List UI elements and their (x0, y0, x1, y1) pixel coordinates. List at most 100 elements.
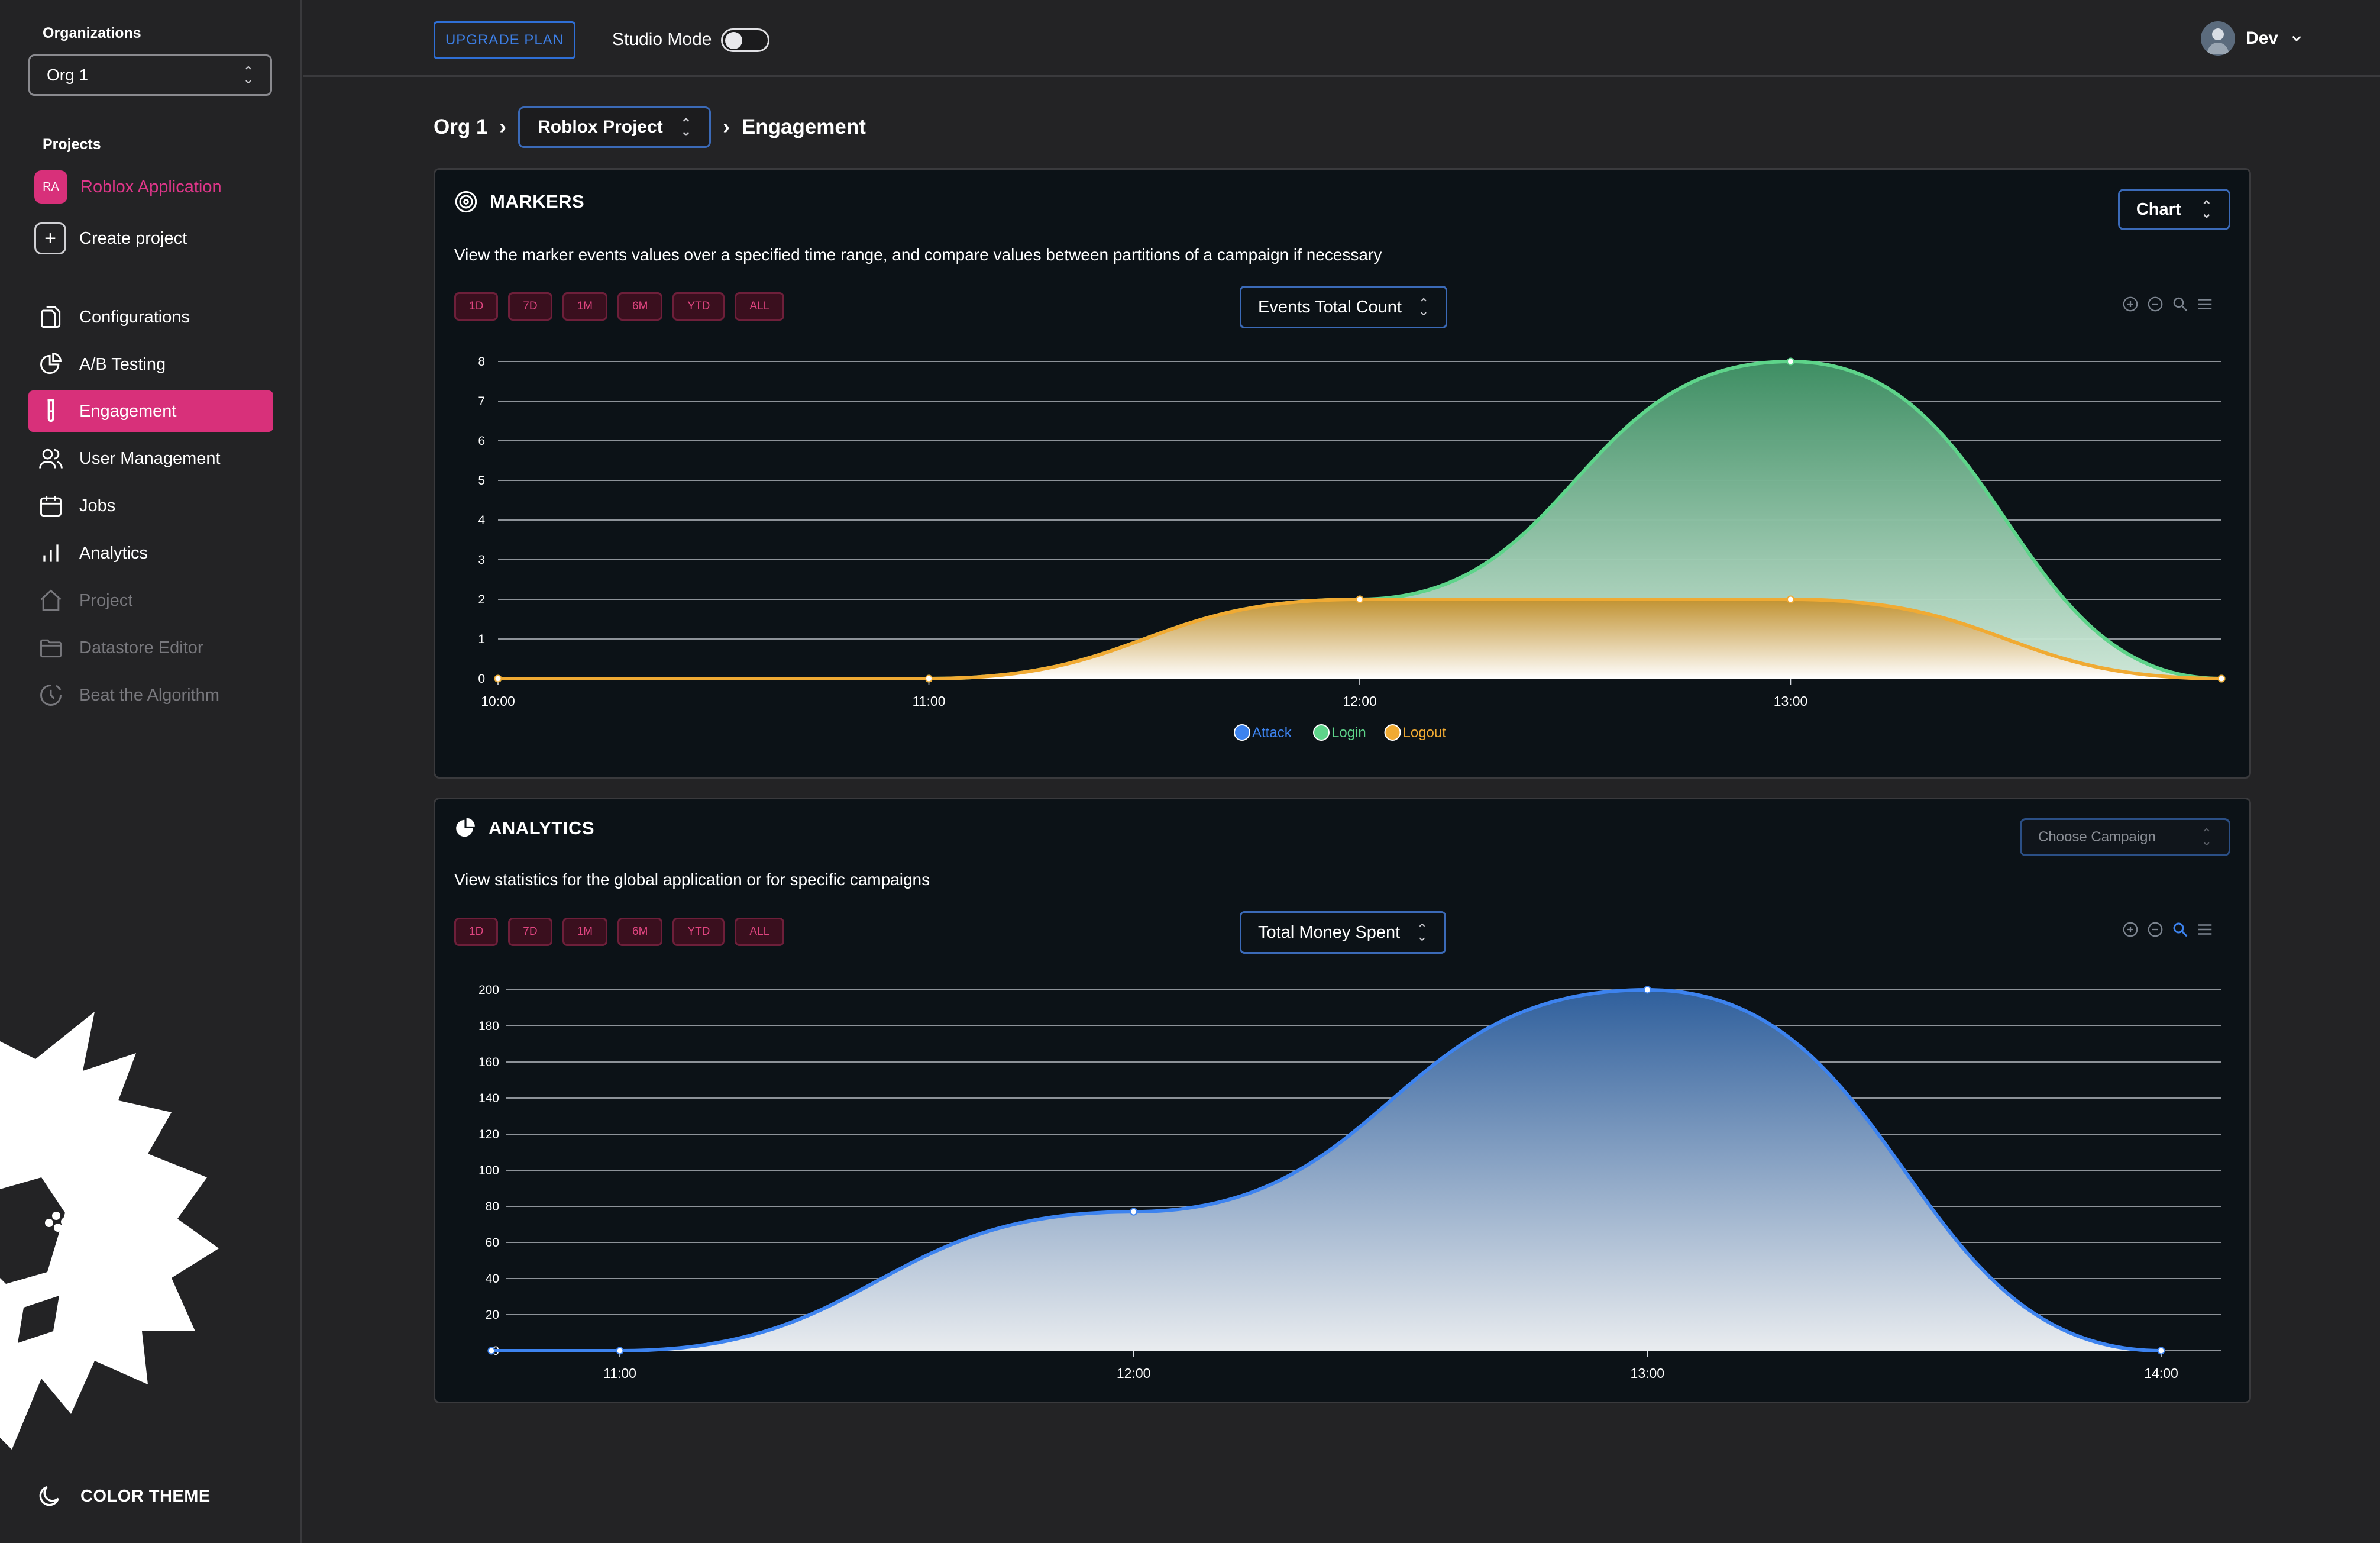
updown-chevron-icon: ⌃ ⌄ (242, 63, 254, 86)
menu-icon[interactable] (2196, 921, 2214, 938)
range-1m-button[interactable]: 1M (562, 292, 607, 321)
range-ytd-button[interactable]: YTD (672, 292, 725, 321)
nav-item-analytics[interactable]: Analytics (28, 532, 273, 574)
target-icon (455, 191, 477, 213)
nav-label: User Management (79, 448, 221, 468)
legend-item-attack: Attack (1234, 724, 1292, 741)
sidebar: Organizations Org 1 ⌃ ⌄ Projects RA Roblo… (0, 0, 302, 1543)
color-theme-label: COLOR THEME (80, 1486, 211, 1506)
file-icon (41, 306, 61, 328)
y-tick-label: 0 (478, 672, 485, 686)
nav-item-ab-testing[interactable]: A/B Testing (28, 344, 273, 385)
legend-item-logout: Logout (1384, 724, 1447, 741)
markers-metric-select[interactable]: Events Total Count ⌃ ⌄ (1240, 286, 1448, 328)
chevron-right-icon: › (723, 115, 730, 138)
x-tick-label: 10:00 (481, 693, 515, 709)
legend-label: Logout (1403, 725, 1447, 741)
toggle-knob (725, 32, 742, 49)
legend-label: Attack (1252, 725, 1292, 741)
nav-item-beat-the-algorithm: Beat the Algorithm (28, 674, 273, 716)
legend-marker (1313, 724, 1330, 741)
y-tick-label: 20 (486, 1308, 499, 1322)
markers-range-buttons: 1D 7D 1M 6M YTD ALL (454, 292, 785, 321)
top-bar: UPGRADE PLAN Studio Mode Dev (303, 0, 2380, 77)
zoom-out-icon[interactable] (2146, 295, 2164, 313)
folder-icon (40, 639, 62, 658)
calendar-icon (40, 496, 62, 517)
create-project-button[interactable]: + Create project (34, 222, 187, 254)
nav-label: Engagement (79, 401, 177, 421)
updown-chevron-icon: ⌃ ⌄ (1417, 921, 1428, 944)
legend-label: Login (1331, 725, 1366, 741)
y-tick-label: 60 (486, 1236, 499, 1250)
org-select[interactable]: Org 1 ⌃ ⌄ (28, 54, 272, 96)
updown-chevron-icon: ⌃ ⌄ (2201, 198, 2212, 221)
data-point (2157, 1347, 2165, 1355)
range-1m-button[interactable]: 1M (562, 918, 607, 946)
nav-item-jobs[interactable]: Jobs (28, 485, 273, 527)
range-6m-button[interactable]: 6M (617, 918, 663, 946)
y-tick-label: 5 (478, 474, 485, 488)
avatar (2200, 21, 2235, 56)
y-tick-label: 8 (478, 355, 485, 369)
search-icon[interactable] (2171, 921, 2189, 938)
user-menu[interactable]: Dev (2200, 21, 2304, 56)
analytics-description: View statistics for the global applicati… (454, 870, 930, 889)
updown-chevron-icon: ⌃ ⌄ (680, 115, 692, 138)
breadcrumb-org[interactable]: Org 1 (434, 115, 487, 139)
x-tick-label: 13:00 (1774, 693, 1808, 709)
range-all-button[interactable]: ALL (735, 292, 785, 321)
data-point (1356, 595, 1364, 603)
y-tick-label: 3 (478, 553, 485, 567)
nav-label: Configurations (79, 307, 190, 327)
analytics-range-buttons: 1D 7D 1M 6M YTD ALL (454, 918, 785, 946)
updown-chevron-icon: ⌃ ⌄ (2201, 825, 2212, 848)
range-all-button[interactable]: ALL (735, 918, 785, 946)
search-icon[interactable] (2171, 295, 2189, 313)
campaign-select-value: Choose Campaign (2038, 829, 2156, 845)
nav-item-engagement[interactable]: Engagement (28, 390, 273, 432)
range-1d-button[interactable]: 1D (454, 292, 499, 321)
choose-campaign-select[interactable]: Choose Campaign ⌃ ⌄ (2020, 818, 2230, 856)
analytics-metric-select[interactable]: Total Money Spent ⌃ ⌄ (1240, 911, 1446, 954)
markers-panel: MARKERS Chart ⌃ ⌄ View the marker events … (434, 168, 2251, 779)
zoom-out-icon[interactable] (2146, 921, 2164, 938)
test-tube-icon (47, 399, 54, 422)
menu-icon[interactable] (2196, 295, 2214, 313)
markers-chart: 0 1 2 3 4 5 6 7 8 10:00 11:00 12:00 13:00 Attack Login… (478, 355, 2226, 741)
view-type-select[interactable]: Chart ⌃ ⌄ (2117, 189, 2230, 230)
plus-icon: + (34, 222, 66, 254)
range-6m-button[interactable]: 6M (617, 292, 663, 321)
zoom-in-icon[interactable] (2122, 921, 2139, 938)
zoom-in-icon[interactable] (2122, 295, 2139, 313)
data-point (1787, 595, 1794, 603)
data-point (616, 1347, 624, 1355)
range-7d-button[interactable]: 7D (508, 918, 552, 946)
nav-item-datastore-editor: Datastore Editor (28, 627, 273, 669)
user-name: Dev (2245, 28, 2278, 48)
y-tick-label: 80 (486, 1200, 499, 1213)
analytics-chart: 02040608010012014016018020011:00 12:00 13:… (478, 983, 2221, 1381)
upgrade-plan-button[interactable]: UPGRADE PLAN (434, 21, 575, 59)
y-tick-label: 100 (478, 1164, 499, 1177)
range-7d-button[interactable]: 7D (508, 292, 552, 321)
range-1d-button[interactable]: 1D (454, 918, 499, 946)
color-theme-toggle[interactable]: COLOR THEME (35, 1483, 211, 1510)
nav-label: Datastore Editor (79, 638, 203, 657)
legend-marker (1384, 724, 1401, 741)
y-tick-label: 7 (478, 395, 485, 408)
project-item-roblox-application[interactable]: RA Roblox Application (34, 170, 222, 204)
nav-item-user-management[interactable]: User Management (28, 438, 273, 479)
y-tick-label: 1 (478, 632, 485, 646)
markers-title: MARKERS (454, 190, 584, 214)
range-ytd-button[interactable]: YTD (672, 918, 725, 946)
analytics-panel: ANALYTICS Choose Campaign ⌃ ⌄ View statis… (434, 798, 2251, 1403)
project-badge: RA (34, 170, 67, 204)
nav-item-configurations[interactable]: Configurations (28, 296, 273, 338)
studio-mode-toggle[interactable] (721, 28, 769, 52)
organizations-label: Organizations (43, 25, 141, 41)
x-tick-label: 11:00 (913, 693, 946, 709)
project-select[interactable]: Roblox Project ⌃ ⌄ (518, 106, 712, 148)
data-point (494, 674, 502, 683)
projects-label: Projects (43, 136, 101, 153)
